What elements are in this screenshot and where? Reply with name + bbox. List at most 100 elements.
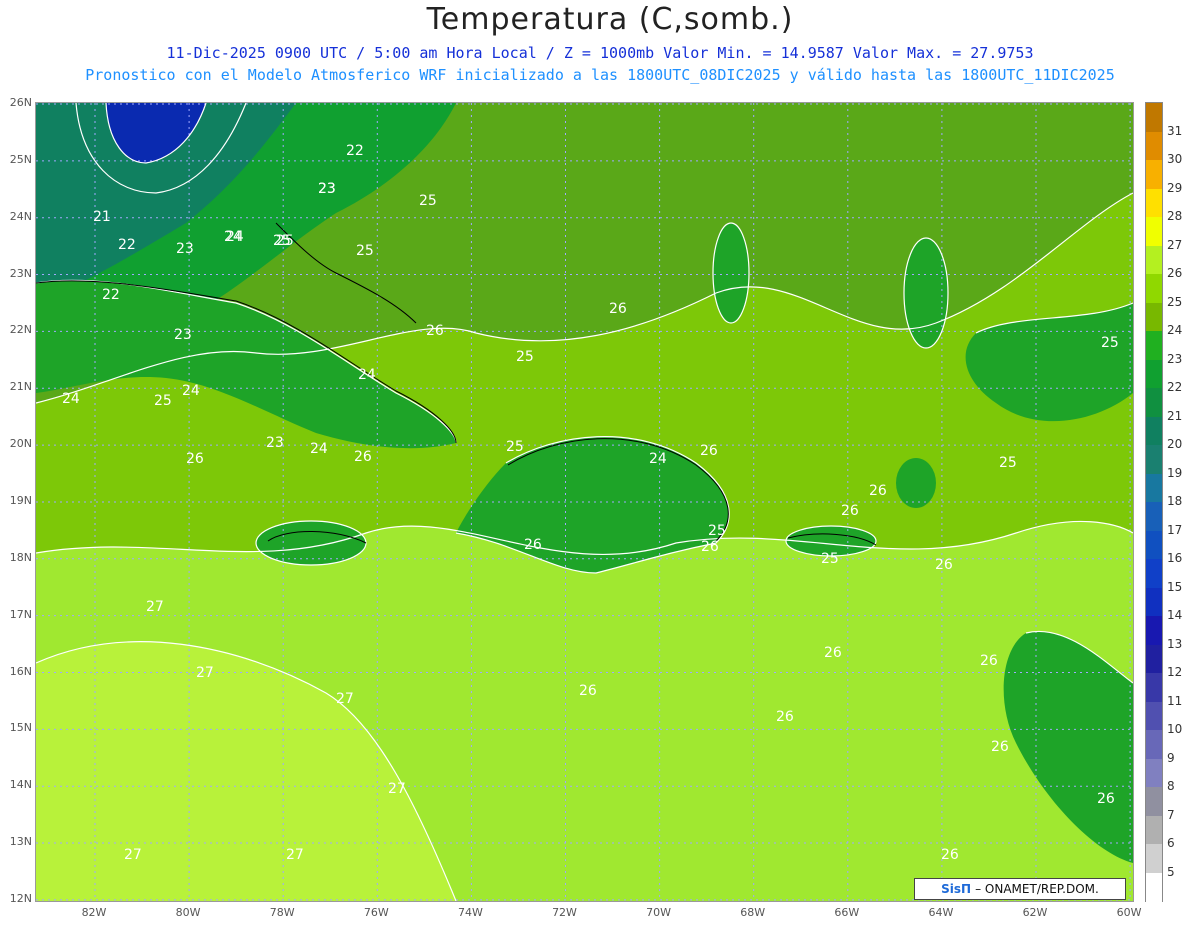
run-info: 11-Dic-2025 0900 UTC / 5:00 am Hora Loca…: [166, 44, 1034, 62]
lon-tick-label: 82W: [81, 906, 107, 919]
color-scale-label: 30: [1167, 152, 1183, 166]
color-scale-label: 8: [1167, 779, 1175, 793]
color-scale-segment: [1146, 217, 1162, 246]
color-scale-segment: [1146, 103, 1162, 132]
contour-label: 26: [609, 301, 627, 317]
color-scale-segment: [1146, 758, 1162, 788]
contour-label: 26: [991, 739, 1009, 755]
lat-tick-label: 22N: [9, 323, 32, 337]
lon-tick-label: 60W: [1116, 906, 1142, 919]
color-scale-segment: [1146, 131, 1162, 161]
color-scale-label: 12: [1167, 665, 1183, 679]
color-scale-segment: [1146, 245, 1162, 275]
contour-label: 24: [310, 441, 328, 457]
contour-label: 23: [266, 435, 284, 451]
color-scale-label: 22: [1167, 380, 1183, 394]
contour-label: 24: [182, 383, 200, 399]
contour-label: 27: [286, 847, 304, 863]
contour-label: 22: [102, 287, 120, 303]
contour-label: 25: [276, 233, 294, 249]
color-scale-label: 18: [1167, 494, 1183, 508]
color-scale-bar: [1145, 102, 1163, 902]
color-scale-label: 14: [1167, 608, 1183, 622]
color-scale-segment: [1146, 188, 1162, 218]
lat-tick-label: 16N: [9, 664, 32, 678]
color-scale-label: 20: [1167, 437, 1183, 451]
color-scale-label: 7: [1167, 807, 1175, 822]
lat-tick-label: 14N: [9, 778, 32, 792]
lat-tick-label: 13N: [9, 835, 32, 849]
lat-tick-label: 25N: [9, 152, 32, 166]
color-scale-segment: [1146, 872, 1162, 902]
contour-label: 26: [186, 451, 204, 467]
contour-label: 21: [93, 209, 111, 225]
contour-label: 25: [419, 193, 437, 209]
lat-tick-label: 15N: [9, 721, 32, 735]
color-scale-segment: [1146, 701, 1162, 731]
color-scale-label: 17: [1167, 522, 1183, 537]
model-info: Pronostico con el Modelo Atmosferico WRF…: [85, 66, 1115, 84]
color-scale-segment: [1146, 331, 1162, 360]
color-scale-segment: [1146, 473, 1162, 503]
color-scale-segment: [1146, 787, 1162, 816]
color-scale-label: 9: [1167, 750, 1175, 765]
contour-label: 26: [935, 557, 953, 573]
contour-label: 27: [124, 847, 142, 863]
contour-label: 25: [154, 393, 172, 409]
lat-tick-label: 18N: [9, 550, 32, 564]
east-cool-blob-4: [896, 458, 936, 508]
color-scale-segment: [1146, 445, 1162, 474]
credit-text: – ONAMET/REP.DOM.: [975, 882, 1099, 896]
contour-label: 25: [356, 243, 374, 259]
temperature-map: 25 22 23 25 24 23 25 21 22 23 22 23 24 25 24 24 26 26 25 24…: [35, 102, 1134, 902]
color-scale-label: 5: [1167, 864, 1175, 879]
contour-label: 25: [999, 455, 1017, 471]
lat-tick-label: 19N: [9, 493, 32, 507]
contour-label: 22: [118, 237, 136, 253]
lat-tick-label: 24N: [9, 209, 32, 223]
contour-label: 26: [524, 537, 542, 553]
contour-label: 26: [426, 323, 444, 339]
contour-label: 27: [388, 781, 406, 797]
lon-tick-label: 66W: [834, 906, 860, 919]
color-scale-label: 31: [1167, 123, 1183, 138]
color-scale-label: 21: [1167, 408, 1183, 423]
color-scale-label: 11: [1167, 693, 1183, 708]
contour-label: 26: [700, 443, 718, 459]
chart-title: Temperatura (C,somb.): [426, 2, 794, 37]
lon-tick-label: 74W: [457, 906, 483, 919]
lat-tick-label: 17N: [9, 607, 32, 621]
contour-label: 22: [346, 143, 364, 159]
color-scale-segment: [1146, 388, 1162, 417]
lon-tick-label: 70W: [646, 906, 672, 919]
color-scale-segment: [1146, 502, 1162, 531]
contour-label: 23: [318, 181, 336, 197]
lat-tick-label: 21N: [9, 380, 32, 394]
color-scale-label: 13: [1167, 636, 1183, 651]
contour-label: 24: [649, 451, 667, 467]
contour-label: 26: [941, 847, 959, 863]
credit-box: SisΠ – ONAMET/REP.DOM.: [914, 878, 1126, 900]
contour-label: 26: [701, 539, 719, 555]
color-scale-segment: [1146, 274, 1162, 303]
color-scale-label: 29: [1167, 180, 1183, 195]
contour-label: 25: [708, 523, 726, 539]
color-scale-segment: [1146, 160, 1162, 189]
lon-tick-label: 62W: [1022, 906, 1048, 919]
sispi-logo: SisΠ: [941, 882, 972, 896]
contour-label: 26: [980, 653, 998, 669]
color-scale-segment: [1146, 815, 1162, 845]
lon-tick-label: 76W: [363, 906, 389, 919]
contour-label: 26: [841, 503, 859, 519]
contour-label: 26: [824, 645, 842, 661]
lat-tick-label: 12N: [9, 891, 32, 905]
color-scale-segment: [1146, 844, 1162, 873]
lat-tick-label: 26N: [9, 96, 32, 109]
contour-label: 24: [62, 391, 80, 407]
color-scale-label: 27: [1167, 237, 1183, 252]
color-scale-label: 24: [1167, 323, 1183, 337]
lon-tick-label: 64W: [928, 906, 954, 919]
contour-label: 25: [821, 551, 839, 567]
contour-label: 23: [176, 241, 194, 257]
color-scale-segment: [1146, 359, 1162, 389]
